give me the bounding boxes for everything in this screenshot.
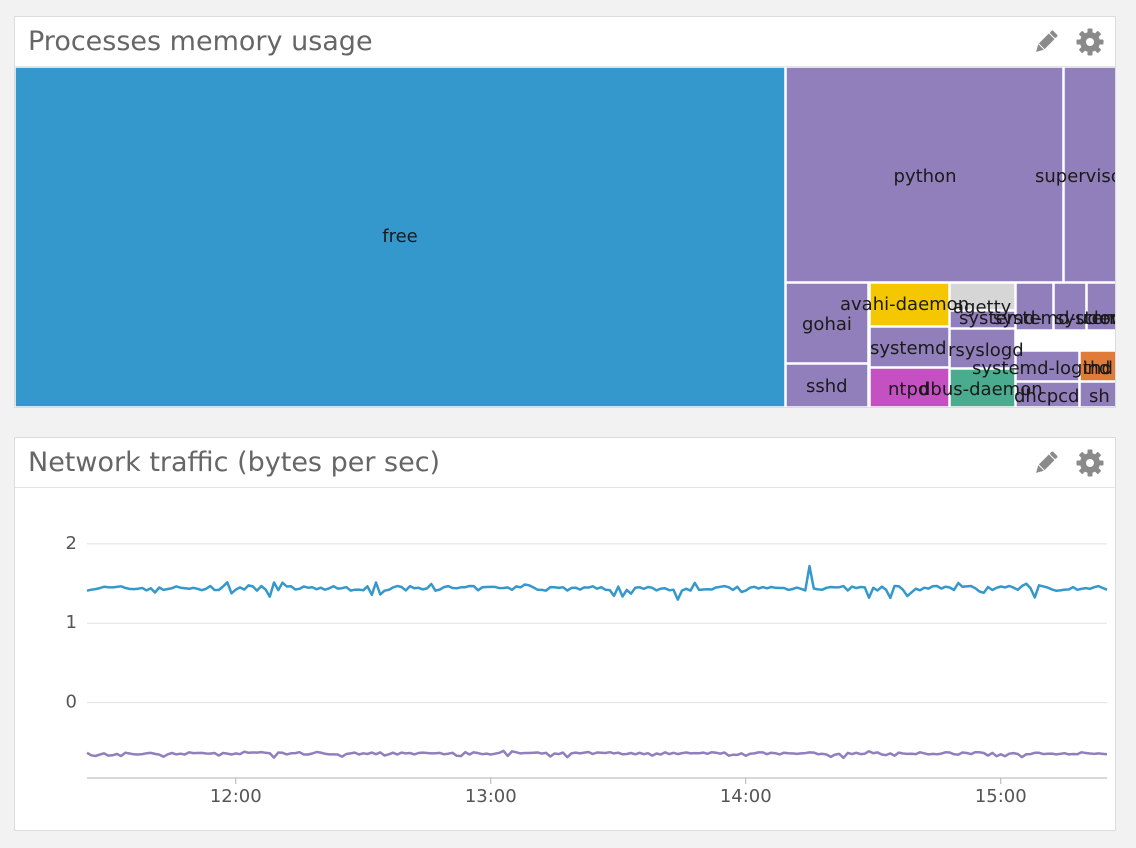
treemap-label: python xyxy=(894,166,957,187)
widget-title: Processes memory usage xyxy=(28,26,373,57)
pencil-icon[interactable] xyxy=(1031,27,1061,57)
line-chart: 2 1 0 12:00 13:00 14:00 15:00 xyxy=(15,488,1115,830)
x-tick-label: 14:00 xyxy=(720,786,772,807)
treemap-label: supervisor xyxy=(1035,166,1116,187)
memory-usage-widget: Processes memory usage free python supervi… xyxy=(14,16,1116,408)
x-tick-label: 13:00 xyxy=(465,786,517,807)
x-tick-label: 12:00 xyxy=(210,786,262,807)
treemap-label: systemd xyxy=(870,338,947,359)
gear-icon[interactable] xyxy=(1075,27,1105,57)
series-line-2[interactable] xyxy=(86,749,1108,760)
network-traffic-widget: Network traffic (bytes per sec) 2 1 0 12:00… xyxy=(14,437,1116,831)
treemap-label: cron xyxy=(1083,308,1116,329)
treemap: free python supervisor gohai sshd avahi-daemo… xyxy=(15,66,1116,407)
pencil-icon[interactable] xyxy=(1031,448,1061,478)
treemap-label: sshd xyxy=(806,376,848,397)
widget-header: Processes memory usage xyxy=(15,17,1115,67)
x-tick-label: 15:00 xyxy=(975,786,1027,807)
widget-header: Network traffic (bytes per sec) xyxy=(15,438,1115,488)
treemap-label: gohai xyxy=(802,314,852,335)
gear-icon[interactable] xyxy=(1075,448,1105,478)
y-tick-label: 2 xyxy=(66,533,77,554)
treemap-label: sh xyxy=(1089,386,1110,407)
treemap-label: free xyxy=(382,226,418,247)
treemap-label: dhcpcd xyxy=(1014,386,1079,407)
treemap-label: avahi-daemon xyxy=(840,294,969,315)
y-tick-label: 1 xyxy=(66,612,77,633)
widget-title: Network traffic (bytes per sec) xyxy=(28,447,441,478)
treemap-label: thd xyxy=(1083,358,1113,379)
y-tick-label: 0 xyxy=(66,692,77,713)
series-line-1[interactable] xyxy=(86,564,1108,601)
